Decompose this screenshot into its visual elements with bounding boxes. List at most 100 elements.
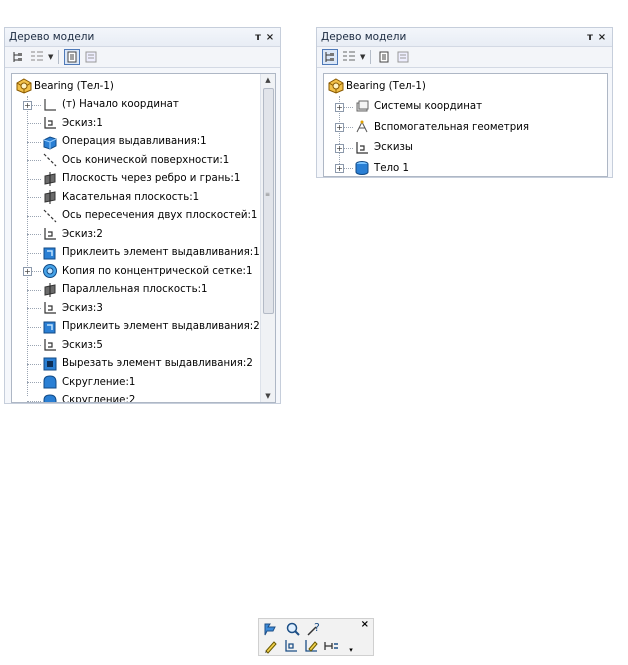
help-icon[interactable]: ? bbox=[307, 621, 323, 637]
close-button[interactable]: × bbox=[361, 619, 369, 630]
tree-item-label: Приклеить элемент выдавливания:1 bbox=[62, 247, 260, 258]
pin-button[interactable]: т bbox=[252, 32, 264, 43]
close-button[interactable]: × bbox=[264, 32, 276, 43]
close-button[interactable]: × bbox=[596, 32, 608, 43]
body-icon bbox=[354, 160, 370, 176]
boss-icon bbox=[42, 245, 58, 261]
structure-view-icon[interactable] bbox=[341, 49, 357, 65]
origin-icon bbox=[42, 97, 58, 113]
tree-item[interactable]: + Вспомогательная геометрия bbox=[324, 118, 607, 136]
tree-item-label: Вырезать элемент выдавливания:2 bbox=[62, 358, 253, 369]
sketch-icon bbox=[42, 226, 58, 242]
toolbar-separator bbox=[370, 50, 372, 64]
tree-item[interactable]: + Системы координат bbox=[324, 98, 607, 116]
pin-button[interactable]: т bbox=[584, 32, 596, 43]
sketch-icon bbox=[354, 140, 370, 156]
tree-view-icon[interactable] bbox=[10, 49, 26, 65]
tree-content: Bearing (Тел-1) + (т) Начало координат Эск… bbox=[12, 74, 261, 402]
tree-connector bbox=[27, 345, 41, 346]
structure-view-icon[interactable] bbox=[29, 49, 45, 65]
tree-item-label: Вспомогательная геометрия bbox=[374, 121, 529, 133]
tree-view[interactable]: Bearing (Тел-1) + Системы координат + Вспом… bbox=[323, 73, 608, 177]
sketch-icon bbox=[42, 337, 58, 353]
tree-item[interactable]: Ось конической поверхности:1 bbox=[12, 151, 261, 169]
model-tree-panel-left: Дерево модели т × ▼ Bearing (Тел-1) + (т… bbox=[4, 27, 281, 404]
tree-connector bbox=[27, 308, 41, 309]
chevron-down-icon[interactable]: ▼ bbox=[360, 53, 365, 61]
tree-item-label: Приклеить элемент выдавливания:2 bbox=[62, 321, 260, 332]
vertical-scrollbar[interactable]: ▲ ≡ ▼ bbox=[260, 74, 275, 402]
tree-item[interactable]: Скругление:2 bbox=[12, 392, 261, 402]
tree-connector bbox=[27, 215, 41, 217]
expand-icon[interactable]: + bbox=[23, 267, 32, 276]
tree-item[interactable]: Вырезать элемент выдавливания:2 bbox=[12, 355, 261, 373]
scroll-down-icon[interactable]: ▼ bbox=[261, 390, 275, 402]
tree-item-label: Системы координат bbox=[374, 101, 483, 112]
tree-connector bbox=[27, 178, 41, 180]
dimension-icon[interactable] bbox=[323, 638, 339, 654]
tree-item[interactable]: Ось пересечения двух плоскостей:1 bbox=[12, 207, 261, 225]
properties-icon[interactable] bbox=[395, 49, 411, 65]
tree-item[interactable]: Эскиз:5 bbox=[12, 336, 261, 354]
expand-icon[interactable]: + bbox=[335, 102, 344, 112]
tree-item[interactable]: Плоскость через ребро и грань:1 bbox=[12, 170, 261, 188]
tree-item[interactable]: + Эскизы bbox=[324, 139, 607, 157]
scrollbar-thumb[interactable] bbox=[263, 88, 274, 314]
zoom-icon[interactable] bbox=[285, 621, 301, 637]
expand-icon[interactable]: + bbox=[335, 123, 344, 132]
tree-item[interactable]: Касательная плоскость:1 bbox=[12, 188, 261, 206]
tree-content: Bearing (Тел-1) + Системы координат + Вспом… bbox=[324, 74, 607, 176]
sketch-edit-icon[interactable] bbox=[303, 638, 319, 654]
tree-item[interactable]: Приклеить элемент выдавливания:2 bbox=[12, 318, 261, 336]
tree-connector bbox=[27, 197, 41, 198]
tree-item[interactable]: Скругление:1 bbox=[12, 373, 261, 391]
tree-item[interactable]: Эскиз:3 bbox=[12, 299, 261, 317]
chevron-down-icon[interactable]: ▼ bbox=[48, 53, 53, 61]
tree-item[interactable]: Параллельная плоскость:1 bbox=[12, 281, 261, 299]
tree-item[interactable]: + (т) Начало координат bbox=[12, 96, 261, 114]
tree-item-label: Эскизы bbox=[374, 142, 413, 153]
part-icon bbox=[16, 78, 32, 94]
tree-root-item[interactable]: Bearing (Тел-1) bbox=[324, 77, 607, 95]
model-tree-panel-right: Дерево модели т × ▼ Bearing (Тел-1) + Си… bbox=[316, 27, 613, 178]
boss-icon bbox=[42, 319, 58, 335]
tree-item-label: Эскиз:1 bbox=[62, 117, 103, 129]
edit-icon[interactable] bbox=[263, 638, 279, 654]
properties-icon[interactable] bbox=[83, 49, 99, 65]
tree-root-item[interactable]: Bearing (Тел-1) bbox=[12, 77, 261, 95]
tree-item-label: Эскиз:5 bbox=[62, 339, 103, 351]
tree-item[interactable]: Эскиз:1 bbox=[12, 114, 261, 132]
tree-item[interactable]: Эскиз:2 bbox=[12, 225, 261, 243]
document-icon[interactable] bbox=[376, 49, 392, 65]
expand-icon[interactable]: + bbox=[23, 100, 32, 110]
tree-item-label: Плоскость через ребро и грань:1 bbox=[62, 173, 241, 184]
tree-item[interactable]: Операция выдавливания:1 bbox=[12, 133, 261, 151]
tree-connector bbox=[27, 400, 41, 402]
tree-connector bbox=[27, 234, 41, 235]
tree-connector bbox=[27, 289, 41, 291]
tree-item-label: Ось конической поверхности:1 bbox=[62, 154, 230, 166]
expand-icon[interactable]: + bbox=[335, 143, 344, 153]
tree-item[interactable]: + Копия по концентрической сетке:1 bbox=[12, 262, 261, 280]
panel-titlebar: Дерево модели т × bbox=[5, 28, 280, 47]
select-icon[interactable] bbox=[263, 621, 279, 637]
expand-icon[interactable]: + bbox=[335, 164, 344, 173]
floating-toolbar: × ? ▾ bbox=[258, 618, 374, 656]
tree-view[interactable]: Bearing (Тел-1) + (т) Начало координат Эск… bbox=[11, 73, 276, 403]
aux-geometry-icon bbox=[354, 119, 370, 135]
scrollbar-grip-icon: ≡ bbox=[265, 191, 271, 198]
sketch-icon[interactable] bbox=[283, 638, 299, 654]
tree-item-label: Операция выдавливания:1 bbox=[62, 136, 207, 147]
scroll-up-icon[interactable]: ▲ bbox=[261, 74, 275, 86]
tree-connector bbox=[27, 160, 41, 161]
tree-item[interactable]: + Тело 1 bbox=[324, 159, 607, 176]
tree-item-label: Скругление:1 bbox=[62, 376, 136, 388]
coord-systems-icon bbox=[354, 99, 370, 115]
part-icon bbox=[328, 78, 344, 94]
document-icon[interactable] bbox=[64, 49, 81, 65]
chevron-down-icon[interactable]: ▾ bbox=[343, 642, 359, 658]
tree-view-icon[interactable] bbox=[322, 49, 338, 65]
tree-item[interactable]: Приклеить элемент выдавливания:1 bbox=[12, 244, 261, 262]
panel-titlebar: Дерево модели т × bbox=[317, 28, 612, 47]
sketch-icon bbox=[42, 300, 58, 316]
